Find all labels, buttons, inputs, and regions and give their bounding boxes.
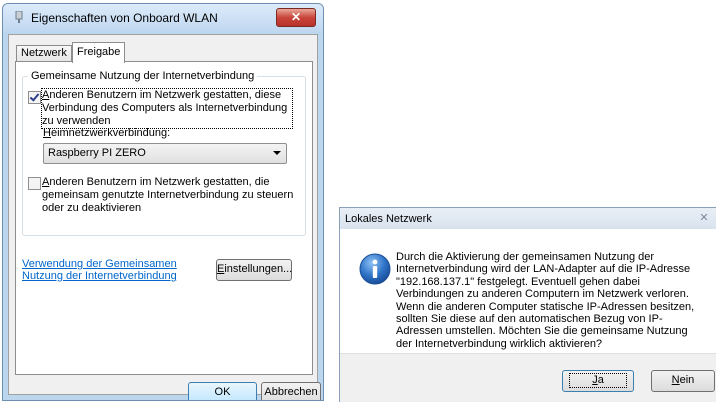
- settings-button[interactable]: Einstellungen...: [216, 259, 292, 281]
- yes-button[interactable]: Ja: [562, 370, 634, 392]
- no-accesskey: N: [671, 374, 680, 386]
- home-network-dropdown[interactable]: Raspberry PI ZERO: [43, 143, 287, 164]
- allow-share-label[interactable]: Anderen Benutzern im Netzwerk gestatten,…: [41, 88, 293, 129]
- home-network-text: eimnetzwerkverbindung:: [50, 127, 171, 139]
- message-text: Durch die Aktivierung der gemeinsamen Nu…: [396, 251, 695, 350]
- cancel-button[interactable]: Abbrechen: [261, 382, 321, 400]
- allow-control-checkbox[interactable]: [28, 177, 41, 190]
- properties-client: Netzwerk Freigabe Gemeinsame Nutzung der…: [8, 34, 321, 400]
- tab-netzwerk[interactable]: Netzwerk: [16, 45, 72, 61]
- close-icon[interactable]: ✕: [697, 212, 711, 224]
- ics-help-link[interactable]: Verwendung der Gemeinsamen Nutzung der I…: [22, 258, 202, 282]
- message-box-titlebar[interactable]: Lokales Netzwerk ✕: [340, 208, 716, 229]
- no-text: ein: [679, 374, 695, 386]
- close-icon: ✕: [290, 10, 302, 24]
- ics-group-title: Gemeinsame Nutzung der Internetverbindun…: [28, 70, 258, 82]
- allow-share-checkbox[interactable]: [28, 91, 41, 104]
- chevron-down-icon: [273, 151, 281, 155]
- no-button[interactable]: Nein: [651, 370, 715, 392]
- info-icon: [359, 253, 391, 285]
- yes-text: a: [597, 374, 604, 386]
- allow-control-label[interactable]: Anderen Benutzern im Netzwerk gestatten,…: [42, 176, 300, 215]
- message-button-bar: Ja Nein: [340, 353, 716, 402]
- ok-button[interactable]: OK: [188, 382, 257, 400]
- properties-titlebar[interactable]: Eigenschaften von Onboard WLAN ✕: [3, 4, 323, 32]
- properties-window: Eigenschaften von Onboard WLAN ✕ Netzwer…: [2, 3, 324, 401]
- home-network-selected: Raspberry PI ZERO: [48, 147, 146, 159]
- tab-panel-freigabe: Gemeinsame Nutzung der Internetverbindun…: [15, 61, 313, 375]
- home-network-label: Heimnetzwerkverbindung:: [43, 127, 170, 139]
- home-network-accesskey: H: [43, 127, 51, 139]
- yes-label: Ja: [569, 373, 627, 388]
- close-button[interactable]: ✕: [276, 8, 316, 27]
- network-adapter-icon: [15, 11, 23, 23]
- tab-freigabe[interactable]: Freigabe: [72, 42, 126, 63]
- message-box: Lokales Netzwerk ✕ Durch die Aktivierung…: [339, 207, 716, 402]
- message-body: Durch die Aktivierung der gemeinsamen Nu…: [340, 229, 716, 353]
- ics-groupbox: Gemeinsame Nutzung der Internetverbindun…: [22, 70, 306, 236]
- allow-control-text: nderen Benutzern im Netzwerk gestatten, …: [42, 176, 294, 214]
- message-box-title: Lokales Netzwerk: [345, 213, 432, 225]
- allow-share-text: nderen Benutzern im Netzwerk gestatten, …: [42, 89, 288, 127]
- settings-text: instellungen...: [224, 263, 293, 275]
- properties-title: Eigenschaften von Onboard WLAN: [31, 11, 218, 25]
